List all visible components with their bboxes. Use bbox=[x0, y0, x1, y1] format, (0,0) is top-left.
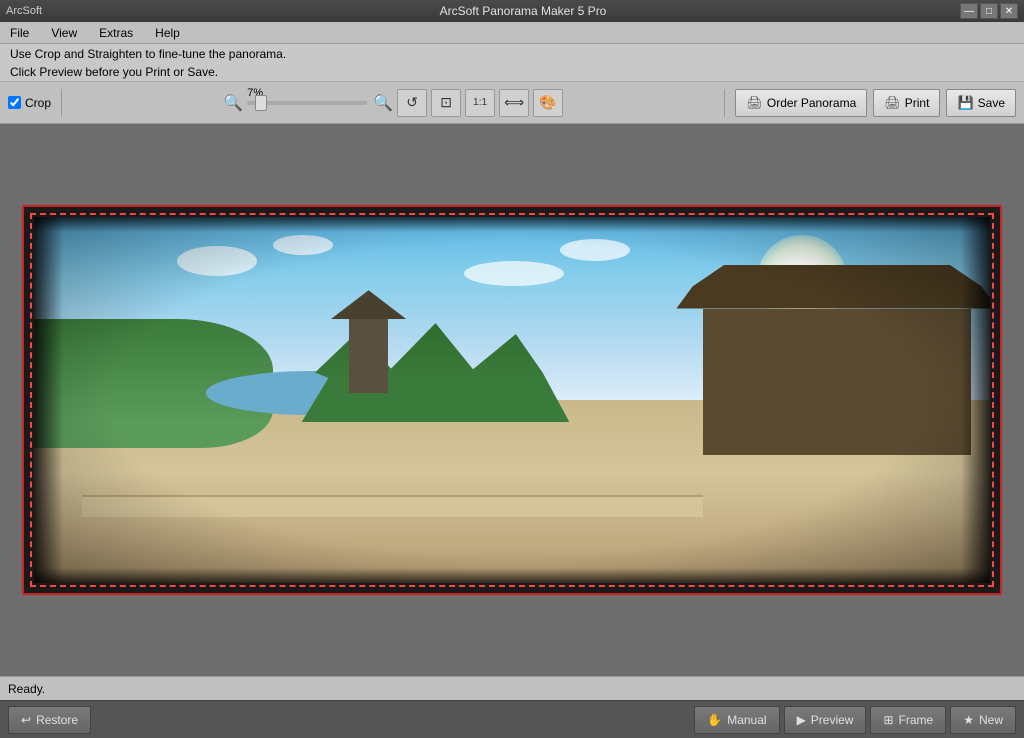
restore-icon: ↩ bbox=[21, 713, 31, 727]
restore-button[interactable]: ↩ Restore bbox=[8, 706, 91, 734]
new-button[interactable]: ★ New bbox=[950, 706, 1016, 734]
menu-help[interactable]: Help bbox=[149, 24, 186, 42]
close-button[interactable]: ✕ bbox=[1000, 3, 1018, 19]
window-controls: — □ ✕ bbox=[960, 3, 1018, 19]
save-button[interactable]: 💾 Save bbox=[946, 89, 1016, 117]
color-button[interactable]: 🎨 bbox=[533, 89, 563, 117]
title-bar: ArcSoft ArcSoft Panorama Maker 5 Pro — □… bbox=[0, 0, 1024, 22]
separator-2 bbox=[724, 89, 725, 117]
toolbar: Crop 🔍 7% 🔍 ↺ ⊡ 1:1 ⟺ 🎨 🖨 Order Panorama… bbox=[0, 82, 1024, 124]
zoom-in-icon[interactable]: 🔍 bbox=[373, 93, 393, 113]
preview-icon: ▶ bbox=[797, 713, 806, 727]
frame-icon: ⊞ bbox=[883, 713, 893, 727]
main-canvas bbox=[0, 124, 1024, 676]
panorama-frame[interactable] bbox=[22, 205, 1002, 595]
app-title: ArcSoft Panorama Maker 5 Pro bbox=[86, 4, 960, 18]
manual-icon: ✋ bbox=[707, 713, 722, 727]
actual-size-button[interactable]: 1:1 bbox=[465, 89, 495, 117]
menu-extras[interactable]: Extras bbox=[93, 24, 139, 42]
print-button[interactable]: 🖨 Print bbox=[873, 89, 940, 117]
status-text: Ready. bbox=[8, 682, 45, 696]
menu-file[interactable]: File bbox=[4, 24, 35, 42]
bottom-toolbar: ↩ Restore ✋ Manual ▶ Preview ⊞ Frame ★ N… bbox=[0, 700, 1024, 738]
fit-button[interactable]: ⊡ bbox=[431, 89, 461, 117]
rotate-left-button[interactable]: ↺ bbox=[397, 89, 427, 117]
crop-checkbox-wrapper: Crop bbox=[8, 96, 51, 110]
order-icon: 🖨 bbox=[746, 95, 763, 111]
instructions-bar: Use Crop and Straighten to fine-tune the… bbox=[0, 44, 1024, 82]
panorama-image bbox=[34, 217, 990, 583]
vignette-overlay bbox=[34, 217, 990, 583]
zoom-slider[interactable] bbox=[247, 101, 367, 105]
minimize-button[interactable]: — bbox=[960, 3, 978, 19]
maximize-button[interactable]: □ bbox=[980, 3, 998, 19]
instructions-text: Use Crop and Straighten to fine-tune the… bbox=[10, 45, 286, 81]
crop-label: Crop bbox=[25, 96, 51, 110]
frame-button[interactable]: ⊞ Frame bbox=[870, 706, 946, 734]
bottom-btn-group: ✋ Manual ▶ Preview ⊞ Frame ★ New bbox=[694, 706, 1016, 734]
preview-button[interactable]: ▶ Preview bbox=[784, 706, 867, 734]
menu-view[interactable]: View bbox=[45, 24, 83, 42]
straighten-button[interactable]: ⟺ bbox=[499, 89, 529, 117]
menu-bar: File View Extras Help bbox=[0, 22, 1024, 44]
zoom-slider-thumb[interactable] bbox=[255, 95, 267, 111]
new-icon: ★ bbox=[963, 713, 974, 727]
print-icon: 🖨 bbox=[884, 95, 901, 111]
crop-checkbox[interactable] bbox=[8, 96, 21, 109]
order-panorama-button[interactable]: 🖨 Order Panorama bbox=[735, 89, 867, 117]
save-icon: 💾 bbox=[957, 95, 973, 111]
zoom-out-icon[interactable]: 🔍 bbox=[223, 93, 243, 113]
manual-button[interactable]: ✋ Manual bbox=[694, 706, 779, 734]
status-bar: Ready. bbox=[0, 676, 1024, 700]
separator-1 bbox=[61, 89, 62, 117]
